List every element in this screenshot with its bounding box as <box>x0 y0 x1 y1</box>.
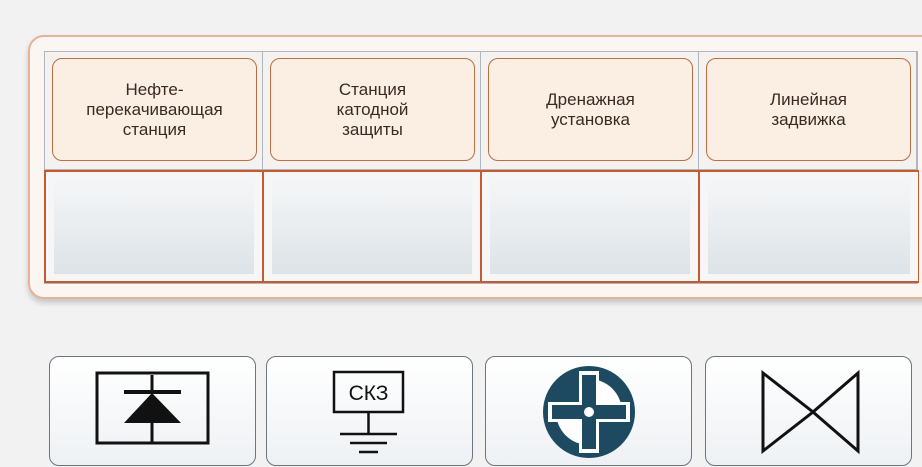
drop-zone-row <box>44 170 919 283</box>
header-cell-pump-station: Нефте- перекачивающая станция <box>45 52 263 170</box>
header-cathodic-station[interactable]: Станция катодной защиты <box>270 58 475 161</box>
header-cell-line-valve: Линейная задвижка <box>699 52 917 170</box>
symbol-tile-cathodic-station[interactable]: СКЗ <box>266 356 473 466</box>
pump-station-icon <box>95 371 210 445</box>
symbol-tile-pump-station[interactable] <box>49 356 256 466</box>
drainage-unit-icon <box>543 366 635 458</box>
drop-slot-drainage-unit[interactable] <box>482 172 700 281</box>
drop-slot-cathodic-station[interactable] <box>264 172 482 281</box>
symbol-tile-line-valve[interactable] <box>705 356 912 466</box>
line-valve-icon <box>761 369 860 455</box>
drop-slot-line-valve[interactable] <box>700 172 918 281</box>
header-pump-station[interactable]: Нефте- перекачивающая станция <box>52 58 257 161</box>
skz-label: СКЗ <box>349 382 389 405</box>
cathodic-protection-station-icon: СКЗ <box>332 370 405 454</box>
header-drainage-unit[interactable]: Дренажная установка <box>488 58 693 161</box>
header-cell-cathodic-station: Станция катодной защиты <box>263 52 481 170</box>
legend-table: Нефте- перекачивающая станция Станция ка… <box>44 51 919 284</box>
header-line-valve[interactable]: Линейная задвижка <box>706 58 911 161</box>
symbol-tile-drainage-unit[interactable] <box>485 356 692 466</box>
drop-slot-pump-station[interactable] <box>46 172 264 281</box>
header-cell-drainage-unit: Дренажная установка <box>481 52 699 170</box>
